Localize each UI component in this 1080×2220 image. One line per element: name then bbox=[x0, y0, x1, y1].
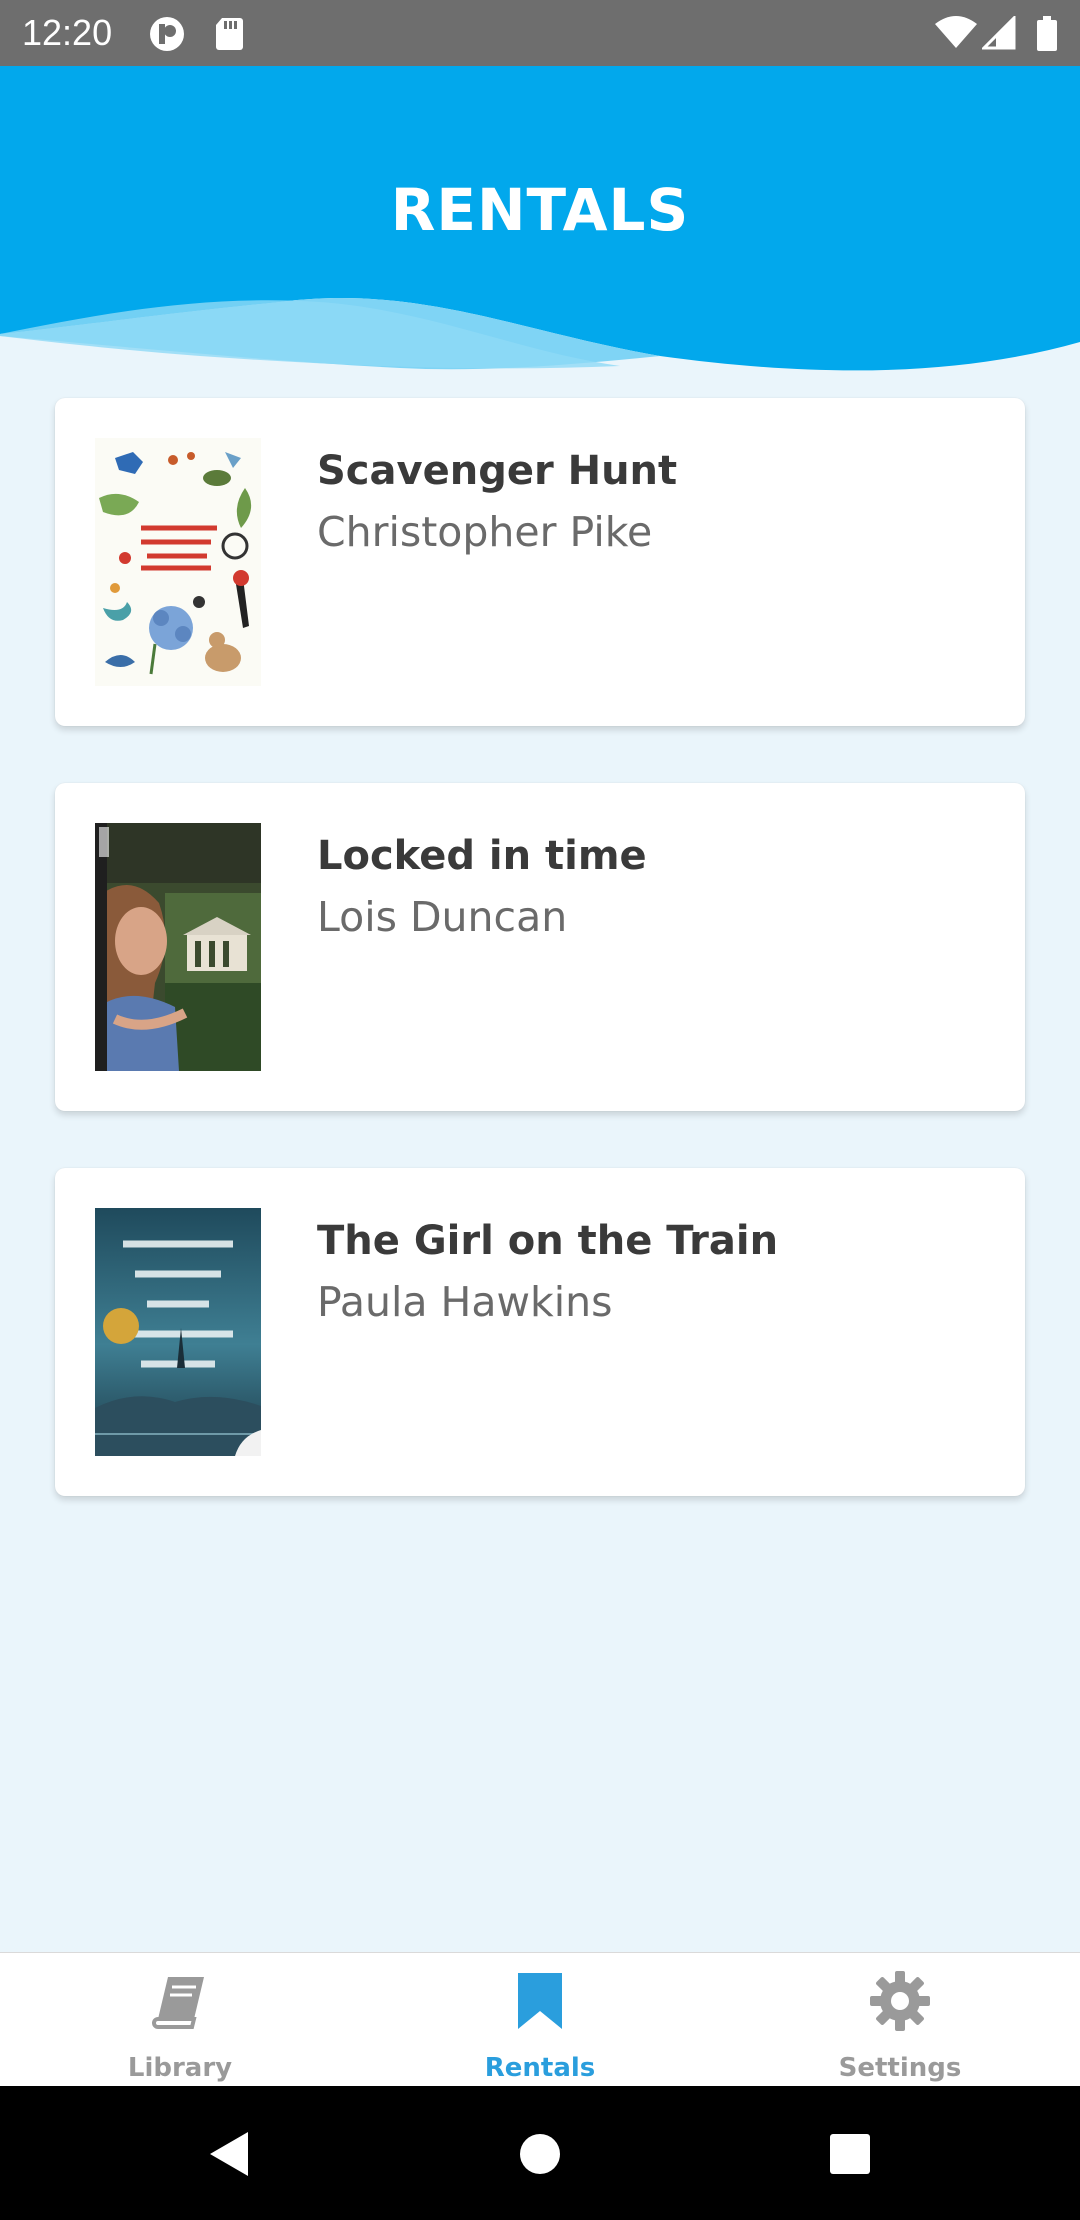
book-title: Locked in time bbox=[317, 833, 647, 879]
status-bar: 12:20 bbox=[0, 0, 1080, 66]
book-author: Lois Duncan bbox=[317, 893, 568, 941]
gear-icon bbox=[870, 1971, 930, 2031]
back-icon[interactable] bbox=[200, 2124, 260, 2184]
battery-icon bbox=[1037, 16, 1057, 51]
rental-card[interactable]: Scavenger Hunt Christopher Pike bbox=[55, 398, 1025, 726]
book-author: Paula Hawkins bbox=[317, 1278, 613, 1326]
tab-label: Library bbox=[127, 2053, 233, 2083]
rental-card[interactable]: The Girl on the Train Paula Hawkins bbox=[55, 1168, 1025, 1496]
status-time: 12:20 bbox=[22, 12, 113, 53]
tab-label: Settings bbox=[838, 2053, 962, 2083]
sd-card-icon bbox=[216, 18, 243, 50]
book-icon bbox=[152, 1977, 204, 2029]
tab-settings[interactable]: Settings bbox=[720, 1953, 1080, 2087]
book-cover bbox=[95, 1208, 261, 1456]
tab-label: Rentals bbox=[484, 2053, 596, 2083]
book-cover bbox=[95, 823, 261, 1071]
recents-icon[interactable] bbox=[820, 2124, 880, 2184]
home-icon[interactable] bbox=[510, 2124, 570, 2184]
tab-library[interactable]: Library bbox=[0, 1953, 360, 2087]
header: RENTALS bbox=[0, 66, 1080, 386]
system-nav-bar bbox=[0, 2086, 1080, 2220]
signal-icon bbox=[982, 16, 1016, 50]
book-title: The Girl on the Train bbox=[317, 1218, 779, 1264]
book-author: Christopher Pike bbox=[317, 508, 653, 556]
wifi-icon bbox=[935, 16, 977, 48]
bookmark-icon bbox=[518, 1973, 562, 2029]
notification-app-icon bbox=[150, 17, 184, 51]
rentals-list: Scavenger Hunt Christopher Pike Locked i… bbox=[55, 398, 1025, 1553]
book-cover bbox=[95, 438, 261, 686]
page-title: RENTALS bbox=[390, 176, 690, 244]
book-title: Scavenger Hunt bbox=[317, 448, 678, 494]
tab-rentals[interactable]: Rentals bbox=[360, 1953, 720, 2087]
rental-card[interactable]: Locked in time Lois Duncan bbox=[55, 783, 1025, 1111]
bottom-tab-bar: Library Rentals Settings bbox=[0, 1952, 1080, 2087]
